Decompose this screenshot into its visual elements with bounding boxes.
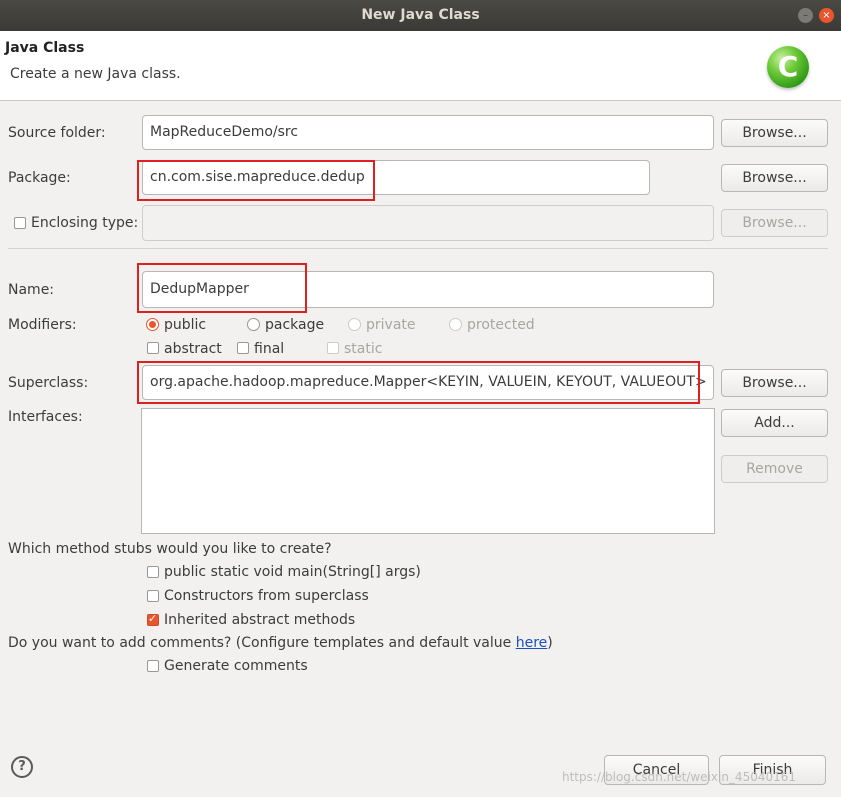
modifier-protected-radio[interactable] <box>449 318 462 331</box>
modifier-static-checkbox[interactable] <box>327 342 339 354</box>
name-label: Name: <box>8 282 55 298</box>
stub-constructors-label: Constructors from superclass <box>164 588 369 604</box>
modifier-static-label: static <box>344 341 383 357</box>
java-class-icon-glyph: C <box>777 50 799 83</box>
watermark: https://blog.csdn.net/weixin_45040161 <box>562 770 797 784</box>
modifier-final-label: final <box>254 341 285 357</box>
interfaces-list[interactable] <box>141 408 715 534</box>
remove-interface-button[interactable]: Remove <box>721 455 828 483</box>
dialog-header: Java Class Create a new Java class. <box>0 31 841 101</box>
superclass-browse-button[interactable]: Browse... <box>721 369 828 397</box>
enclosing-type-label: Enclosing type: <box>31 215 139 231</box>
close-icon[interactable]: × <box>819 8 834 23</box>
source-folder-browse-button[interactable]: Browse... <box>721 119 828 147</box>
comments-question-prefix: Do you want to add comments? (Configure … <box>8 635 516 651</box>
generate-comments-label: Generate comments <box>164 658 308 674</box>
comments-question-suffix: ) <box>547 635 553 651</box>
modifier-protected-label: protected <box>467 317 535 333</box>
modifier-package-radio[interactable] <box>247 318 260 331</box>
minimize-icon[interactable]: – <box>798 8 813 23</box>
package-label: Package: <box>8 170 71 186</box>
enclosing-type-checkbox[interactable] <box>14 217 26 229</box>
superclass-label: Superclass: <box>8 375 89 391</box>
package-browse-button[interactable]: Browse... <box>721 164 828 192</box>
java-class-icon: C <box>767 46 809 88</box>
source-folder-input[interactable]: MapReduceDemo/src <box>142 115 714 150</box>
source-folder-label: Source folder: <box>8 125 106 141</box>
header-title: Java Class <box>5 40 85 56</box>
modifier-private-label: private <box>366 317 416 333</box>
comments-question: Do you want to add comments? (Configure … <box>8 634 553 652</box>
help-icon[interactable]: ? <box>11 756 33 778</box>
modifier-public-label: public <box>164 317 207 333</box>
name-highlight <box>137 263 307 313</box>
modifier-abstract-label: abstract <box>164 341 222 357</box>
stub-inherited-label: Inherited abstract methods <box>164 612 356 628</box>
interfaces-label: Interfaces: <box>8 409 83 425</box>
modifiers-label: Modifiers: <box>8 317 77 333</box>
modifier-package-label: package <box>265 317 325 333</box>
window-title: New Java Class <box>361 7 480 23</box>
header-description: Create a new Java class. <box>10 66 181 82</box>
stub-main-label: public static void main(String[] args) <box>164 564 421 580</box>
package-highlight <box>137 160 375 201</box>
stub-inherited-checkbox[interactable] <box>147 612 159 626</box>
stub-constructors-checkbox[interactable] <box>147 590 159 602</box>
enclosing-type-input[interactable] <box>142 205 714 241</box>
modifier-final-checkbox[interactable] <box>237 342 249 354</box>
stubs-question: Which method stubs would you like to cre… <box>8 541 332 557</box>
modifier-private-radio[interactable] <box>348 318 361 331</box>
modifier-abstract-checkbox[interactable] <box>147 342 159 354</box>
modifier-public-radio[interactable] <box>146 318 159 331</box>
title-bar: New Java Class – × <box>0 0 841 31</box>
stub-main-checkbox[interactable] <box>147 566 159 578</box>
superclass-highlight <box>137 361 700 404</box>
enclosing-type-browse-button[interactable]: Browse... <box>721 209 828 237</box>
separator <box>8 248 828 249</box>
configure-templates-link[interactable]: here <box>516 635 548 651</box>
generate-comments-checkbox[interactable] <box>147 660 159 672</box>
add-interface-button[interactable]: Add... <box>721 409 828 437</box>
